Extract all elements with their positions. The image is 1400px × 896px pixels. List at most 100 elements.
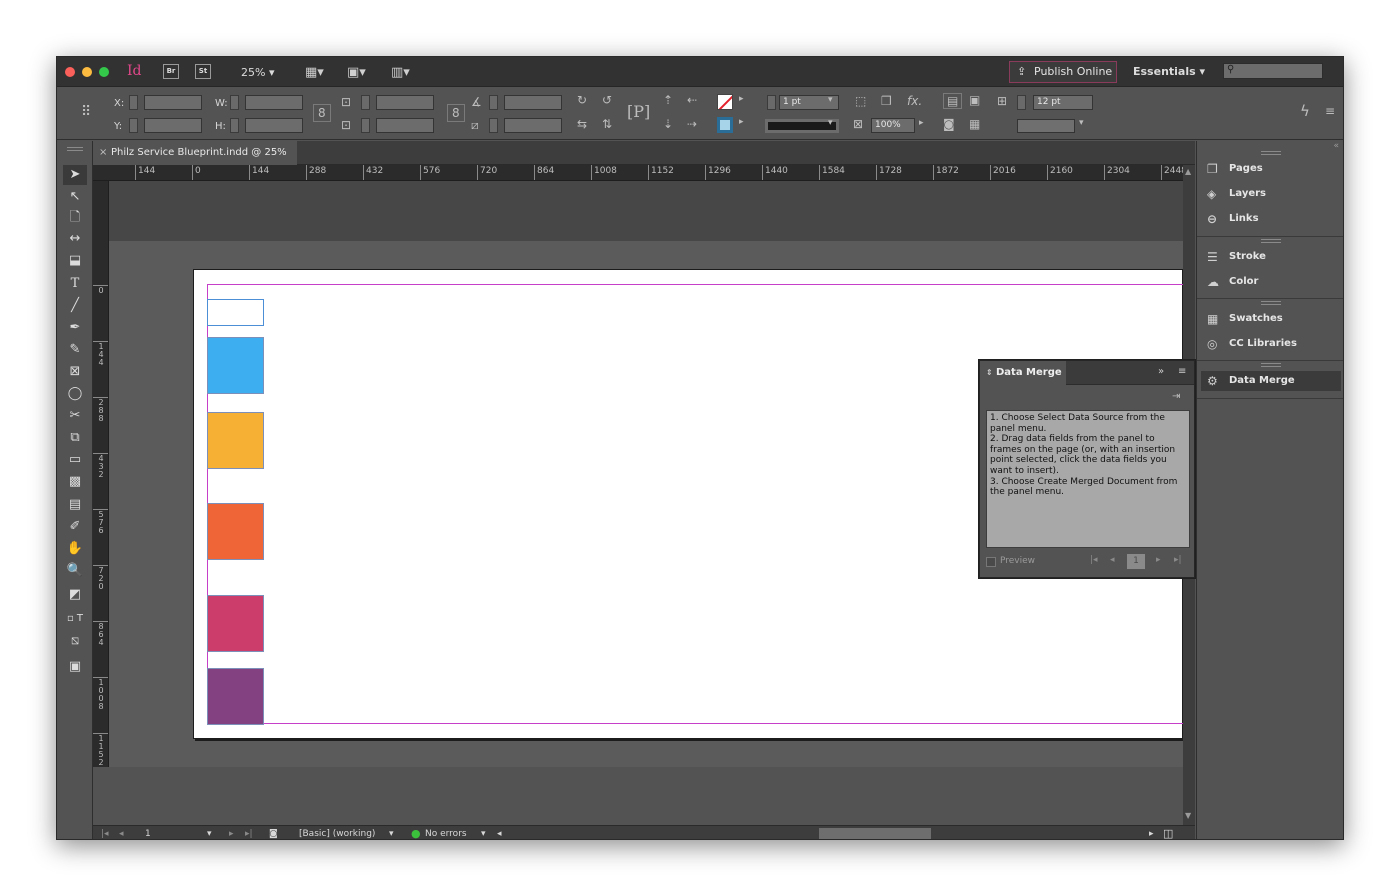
fill-menu-arrow-icon[interactable]: ▸: [739, 94, 744, 104]
text-wrap-jump-icon[interactable]: ▦: [969, 117, 980, 131]
dock-item-data-merge[interactable]: ⚙ Data Merge: [1201, 371, 1341, 391]
search-input[interactable]: ⚲: [1223, 63, 1323, 79]
dock-item-swatches[interactable]: ▦ Swatches: [1201, 309, 1341, 329]
dock-item-pages[interactable]: ❐ Pages: [1201, 159, 1341, 179]
scroll-right-icon[interactable]: ▸: [1149, 827, 1154, 839]
h-stepper[interactable]: [230, 118, 239, 133]
content-collector-tool-icon[interactable]: ⬓: [63, 251, 87, 271]
drop-shadow-icon[interactable]: ⬚: [855, 94, 866, 108]
open-page-icon[interactable]: ◙: [269, 827, 278, 839]
panel-collapse-icon[interactable]: »: [1158, 366, 1164, 377]
dock-grip[interactable]: [1261, 363, 1281, 367]
scale-y-stepper[interactable]: [361, 118, 370, 133]
screen-mode-tool-icon[interactable]: ▣: [63, 657, 87, 677]
blue-rectangle[interactable]: [207, 337, 264, 394]
control-panel-menu-icon[interactable]: ≡: [1325, 104, 1335, 118]
shadow-icon[interactable]: ❒: [881, 94, 892, 108]
previous-record-icon[interactable]: ◂: [1110, 555, 1115, 565]
horizontal-ruler[interactable]: 144 0 144 288 432 576 720 864 1008 1152 1296 1440 15…: [93, 165, 1183, 181]
select-container-icon[interactable]: ⇡: [663, 93, 673, 107]
select-previous-icon[interactable]: ⇠: [687, 93, 697, 107]
shear-field[interactable]: [504, 118, 562, 133]
last-record-icon[interactable]: ▸|: [1174, 555, 1182, 565]
page-number-field[interactable]: 1: [145, 827, 151, 839]
note-tool-icon[interactable]: ▤: [63, 495, 87, 515]
horizontal-scroll-thumb[interactable]: [819, 828, 931, 839]
apply-none-icon[interactable]: ⧅: [63, 631, 87, 651]
dock-grip[interactable]: [1261, 301, 1281, 305]
quick-apply-icon[interactable]: ϟ: [1300, 102, 1310, 120]
gap-tool-icon[interactable]: ↔: [63, 229, 87, 249]
formatting-affects-icon[interactable]: ▫ T: [63, 609, 87, 629]
line-tool-icon[interactable]: ╱: [63, 296, 87, 316]
fill-stroke-icon[interactable]: ◩: [63, 585, 87, 605]
w-field[interactable]: [245, 95, 303, 110]
data-merge-panel-header[interactable]: ⇕ Data Merge » ≡: [980, 361, 1194, 385]
scale-x-stepper[interactable]: [361, 95, 370, 110]
text-wrap-shape-icon[interactable]: ◙: [943, 117, 955, 131]
screen-mode-icon[interactable]: ▣▾: [347, 65, 366, 80]
panel-expand-icon[interactable]: ⇕: [986, 361, 993, 385]
dock-item-layers[interactable]: ◈ Layers: [1201, 184, 1341, 204]
scroll-left-icon[interactable]: ◂: [497, 827, 502, 839]
gap-field[interactable]: 12 pt: [1033, 95, 1093, 110]
h-field[interactable]: [245, 118, 303, 133]
orange-rectangle[interactable]: [207, 412, 264, 469]
vertical-ruler[interactable]: 0 1 4 4 2 8 8 4 3 2 5 7 6 7 2 0 8 6 4 1 0 0 8 1 …: [93, 181, 109, 767]
rotate-ccw-icon[interactable]: ↺: [602, 93, 612, 107]
dock-item-cc-libraries[interactable]: ◎ CC Libraries: [1201, 334, 1341, 354]
scissors-tool-icon[interactable]: ✂: [63, 406, 87, 426]
update-data-source-icon[interactable]: ⇥: [1172, 391, 1180, 402]
stroke-weight-stepper[interactable]: [767, 95, 776, 110]
scale-y-field[interactable]: [376, 118, 434, 133]
data-merge-tab[interactable]: ⇕ Data Merge: [980, 361, 1066, 385]
dock-item-links[interactable]: ⊖ Links: [1201, 209, 1341, 229]
page-tool-icon[interactable]: 🗋: [63, 208, 87, 228]
selection-tool-icon[interactable]: ➤: [63, 165, 87, 185]
rectangle-frame-tool-icon[interactable]: ⊠: [63, 362, 87, 382]
purple-rectangle[interactable]: [207, 668, 264, 725]
text-wrap-bbox-icon[interactable]: ▣: [969, 93, 980, 107]
auto-fit-icon[interactable]: ⊞: [997, 94, 1007, 108]
opacity-arrow-icon[interactable]: ▸: [919, 118, 924, 128]
publish-online-button[interactable]: ⇪ Publish Online: [1009, 61, 1117, 83]
page-style-label[interactable]: [Basic] (working): [299, 827, 375, 839]
close-tab-icon[interactable]: ×: [99, 141, 107, 165]
stroke-swatch[interactable]: [717, 117, 733, 133]
gradient-feather-tool-icon[interactable]: ▩: [63, 472, 87, 492]
stroke-weight-dropdown-icon[interactable]: ▾: [828, 95, 833, 105]
object-style-select[interactable]: [1017, 119, 1075, 133]
x-field[interactable]: [144, 95, 202, 110]
next-record-icon[interactable]: ▸: [1156, 555, 1161, 565]
record-number-field[interactable]: 1: [1127, 554, 1145, 569]
zoom-level-select[interactable]: 25% ▾: [241, 66, 274, 79]
opacity-field[interactable]: 100%: [871, 118, 915, 133]
dock-item-color[interactable]: ☁ Color: [1201, 272, 1341, 292]
workspace-switcher[interactable]: Essentials ▾: [1133, 65, 1205, 78]
scroll-down-icon[interactable]: ▼: [1185, 811, 1191, 820]
red-rectangle[interactable]: [207, 503, 264, 560]
eyedropper-tool-icon[interactable]: ✐: [63, 517, 87, 537]
flip-vertical-icon[interactable]: ⇅: [602, 117, 612, 131]
scale-x-field[interactable]: [376, 95, 434, 110]
tools-grip[interactable]: [67, 147, 83, 151]
flip-horizontal-icon[interactable]: ⇆: [577, 117, 587, 131]
y-field[interactable]: [144, 118, 202, 133]
dock-grip[interactable]: [1261, 239, 1281, 243]
page-style-dropdown-icon[interactable]: ▾: [389, 827, 394, 839]
preflight-status-label[interactable]: No errors: [425, 827, 467, 839]
last-page-icon[interactable]: ▸|: [245, 827, 253, 839]
type-tool-icon[interactable]: T: [63, 274, 87, 294]
constrain-proportions-icon[interactable]: 8: [313, 104, 331, 122]
stroke-type-dropdown-icon[interactable]: ▾: [828, 118, 833, 128]
rotate-field[interactable]: [504, 95, 562, 110]
rotate-cw-icon[interactable]: ↻: [577, 93, 587, 107]
hand-tool-icon[interactable]: ✋: [63, 539, 87, 559]
zoom-window-button[interactable]: [99, 67, 109, 77]
first-record-icon[interactable]: |◂: [1090, 555, 1098, 565]
split-window-icon[interactable]: ◫: [1163, 827, 1173, 839]
w-stepper[interactable]: [230, 95, 239, 110]
pink-rectangle[interactable]: [207, 595, 264, 652]
free-transform-tool-icon[interactable]: ⧉: [63, 428, 87, 448]
close-window-button[interactable]: [65, 67, 75, 77]
